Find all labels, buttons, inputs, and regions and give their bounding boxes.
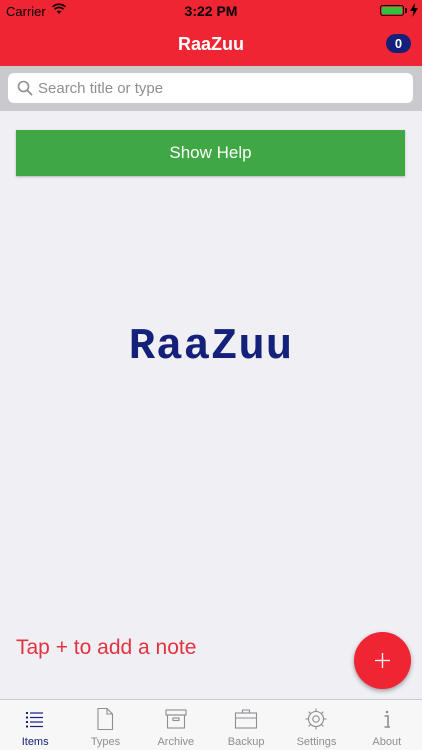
- tab-label-items: Items: [21, 736, 49, 748]
- gear-icon: [305, 708, 327, 730]
- search-field-container[interactable]: [8, 73, 413, 103]
- tab-label-backup: Backup: [227, 736, 265, 748]
- tab-label-archive: Archive: [157, 736, 195, 748]
- navigation-bar: RaaZuu 0: [0, 22, 422, 66]
- item-count-badge[interactable]: 0: [386, 34, 411, 53]
- battery-tip: [405, 8, 407, 13]
- battery-icon: [380, 5, 404, 16]
- tab-label-about: About: [372, 736, 402, 748]
- empty-state-hint: Tap + to add a note: [16, 636, 197, 659]
- tab-label-types: Types: [90, 736, 121, 748]
- list-icon: [26, 712, 44, 728]
- page-title: RaaZuu: [177, 34, 244, 54]
- tab-bar: Items Types Archive Backup Settings Abou…: [0, 699, 422, 750]
- search-input[interactable]: [38, 73, 398, 103]
- search-icon: [17, 80, 33, 96]
- info-icon: [384, 710, 390, 728]
- show-help-button[interactable]: Show Help: [16, 130, 405, 176]
- charging-bolt-icon: [410, 3, 418, 17]
- clock: 3:22 PM: [184, 3, 238, 19]
- add-note-button[interactable]: [354, 632, 411, 689]
- tab-types[interactable]: Types: [70, 700, 140, 750]
- plus-icon: [375, 653, 390, 668]
- tab-label-settings: Settings: [296, 736, 337, 748]
- tab-about[interactable]: About: [352, 700, 422, 750]
- archive-box-icon: [165, 709, 187, 729]
- status-bar: Carrier 3:22 PM: [0, 0, 422, 22]
- document-icon: [97, 707, 114, 731]
- tab-items[interactable]: Items: [0, 700, 70, 750]
- search-bar: [0, 66, 422, 111]
- tab-backup[interactable]: Backup: [211, 700, 281, 750]
- app-logo: RaaZuu: [128, 322, 294, 372]
- tab-archive[interactable]: Archive: [141, 700, 211, 750]
- briefcase-icon: [235, 709, 258, 729]
- tab-settings[interactable]: Settings: [281, 700, 351, 750]
